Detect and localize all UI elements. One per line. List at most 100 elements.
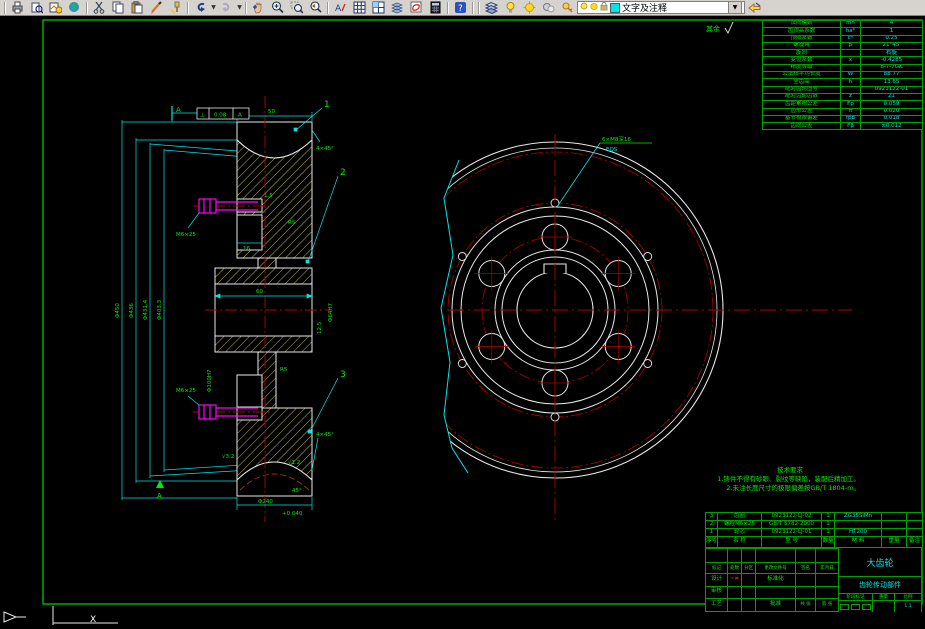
zoom-realtime-icon[interactable] <box>268 0 287 15</box>
dim-label: Φ403.3 <box>157 299 163 320</box>
stage-label: 阶段标记 <box>839 594 873 600</box>
dim-label: Φ240 <box>258 499 273 505</box>
part-name: 大齿轮 <box>839 548 921 577</box>
text-style-icon[interactable]: A <box>331 0 350 15</box>
zoom-previous-icon[interactable] <box>306 0 325 15</box>
table-row: 法向模数 mn 4 <box>762 19 923 29</box>
match-properties-icon[interactable] <box>166 0 185 15</box>
toolbar-separator <box>327 1 329 14</box>
cad-application-window: ▼ ▼ A ? 文字及注释 ▼ Φ450 Φ436 Φ431.4 Φ403.3 … <box>0 0 925 629</box>
dim-label: R5 <box>288 220 296 226</box>
cut-icon[interactable] <box>90 0 109 15</box>
scale-value: 1:1 <box>895 601 921 612</box>
layer-stack-icon[interactable] <box>482 0 501 15</box>
table-row: 齿向公差 Fβ ±0.012 <box>762 122 923 131</box>
table-row: 设计 ~≠ 标准化 <box>705 573 839 587</box>
dim-label: 16 <box>243 246 250 252</box>
redo-icon[interactable] <box>217 0 236 15</box>
table-row: 配对齿轮图号 0923122-01 <box>762 85 923 94</box>
layer-freeze-icon[interactable] <box>590 2 598 14</box>
help-icon[interactable]: ? <box>451 0 470 15</box>
assembly-name: 齿轮传动部件 <box>839 577 921 594</box>
redo-dropdown-arrow[interactable]: ▼ <box>236 0 243 15</box>
dim-label: 60 <box>256 289 263 295</box>
dim-label: Φ436 <box>129 303 135 318</box>
toolbar: ▼ ▼ A ? 文字及注释 ▼ <box>0 0 925 16</box>
title-block-names: 大齿轮 齿轮传动部件 阶段标记 重量 比例 1:1 <box>839 548 922 612</box>
pencil-edit-icon[interactable] <box>147 0 166 15</box>
toolbar-separator <box>187 1 189 14</box>
dim-label: 50 <box>268 109 275 115</box>
dim-label: 4×45° <box>316 432 334 438</box>
toolbar-separator <box>86 1 88 14</box>
wave-stack-icon[interactable] <box>388 0 407 15</box>
sun-icon[interactable] <box>520 0 539 15</box>
table-row: 公法线平均长度 W 88.77 <box>762 71 923 80</box>
calculator-icon[interactable] <box>426 0 445 15</box>
layer-dropdown[interactable]: 文字及注释 ▼ <box>577 1 745 14</box>
hole-note: 6×M8深16 <box>602 135 631 143</box>
layer-dropdown-arrow[interactable]: ▼ <box>728 1 742 14</box>
table-row: 齿形公差 ff 0.020 <box>762 107 923 116</box>
layer-color-swatch[interactable] <box>610 2 620 13</box>
dim-label: 12.5 <box>317 321 323 334</box>
undo-dropdown-arrow[interactable]: ▼ <box>210 0 217 15</box>
scale-label: 比例 <box>895 594 921 600</box>
bolt-leader <box>187 212 200 229</box>
stage-value-strip: 1:1 <box>839 600 921 612</box>
plot-icon[interactable] <box>46 0 65 15</box>
dim-label: M6×25 <box>176 388 196 394</box>
roughness-label: √1.2 <box>288 459 300 466</box>
layer-dropdown-value[interactable]: 文字及注释 <box>622 1 726 14</box>
stage-boxes <box>839 601 873 612</box>
layer-previous-icon[interactable] <box>745 0 764 15</box>
layer-on-icon[interactable] <box>580 2 588 14</box>
section-view: Φ450 Φ436 Φ431.4 Φ403.3 50 60 16 ⊥ 0.08 … <box>115 96 346 522</box>
gdt-value: 0.08 <box>214 113 227 119</box>
dim-label: 45° <box>292 488 302 494</box>
toolbar-separator <box>478 1 480 14</box>
title-block: 3 齿圈 0923122-LJ-02 1 ZG35SiMn 2 螺栓M6×25 GB/T 5… <box>705 512 923 613</box>
print-icon[interactable] <box>8 0 27 15</box>
parts-row: 2 螺栓M6×25 GB/T 5782-2000 1 <box>705 520 923 529</box>
zoom-window-icon[interactable] <box>287 0 306 15</box>
bulb-icon[interactable] <box>501 0 520 15</box>
print-preview-icon[interactable] <box>27 0 46 15</box>
roughness-icon <box>724 21 734 34</box>
gear-parameter-table: 法向模数 mn 4 齿顶高系数 ha* 1 顶隙系数 c* 0.25 螺旋角 β 21°45′ … <box>762 19 923 131</box>
copy-icon[interactable] <box>109 0 128 15</box>
parts-header-row: 序号名 称型 号数量材 料重量 备注 <box>705 536 923 548</box>
layer-lock-icon[interactable] <box>600 1 608 14</box>
paste-icon[interactable] <box>128 0 147 15</box>
stage-header-strip: 阶段标记 重量 比例 <box>839 594 921 600</box>
signature-block: 标记 处数 分区 更改文件号 签名 年月日 设计 ~≠ 标准化 审核 工艺 批准… <box>705 547 839 613</box>
parts-row: 1 轮芯 0923122-LJ-01 1 HT200 <box>705 528 923 537</box>
named-views-icon[interactable] <box>407 0 426 15</box>
printer-state-icon[interactable] <box>539 0 558 15</box>
table-row: 全齿高 h 13.65 <box>762 78 923 87</box>
technical-notes: 技术要求 1.铸件不得有砂眼、裂纹等缺陷，装配后精加工。 2.未注长度尺寸的极限… <box>600 466 860 493</box>
cell-grid-icon[interactable] <box>369 0 388 15</box>
note-line: 2.未注长度尺寸的极限偏差按GB/T 1804-m。 <box>726 484 860 492</box>
table-grid-icon[interactable] <box>350 0 369 15</box>
table-row: 旋向 右旋 <box>762 49 923 58</box>
eqs-note: EQS <box>606 147 618 153</box>
dim-label: 4×45° <box>316 146 334 152</box>
balloon-1: 1 <box>324 100 330 110</box>
section-label: A <box>176 106 181 114</box>
gdt-symbol: ⊥ <box>200 113 205 119</box>
surface-finish-note: 其余 <box>706 21 734 34</box>
lock-icon[interactable] <box>558 0 577 15</box>
surface-note-label: 其余 <box>706 24 720 33</box>
pan-hand-icon[interactable] <box>249 0 268 15</box>
publish-icon[interactable] <box>65 0 84 15</box>
undo-icon[interactable] <box>191 0 210 15</box>
table-row: 工艺 批准 共 张 第 张 <box>705 597 839 613</box>
table-row: 齿距累积公差 Fp 0.059 <box>762 100 923 109</box>
toolbar-separator <box>4 1 6 14</box>
dim-label: R5 <box>280 367 288 373</box>
table-row: 螺旋角 β 21°45′ <box>762 41 923 51</box>
svg-text:?: ? <box>458 4 463 14</box>
gdt-datum: A <box>238 113 242 119</box>
front-view: 6×M8深16 EQS <box>350 120 852 522</box>
